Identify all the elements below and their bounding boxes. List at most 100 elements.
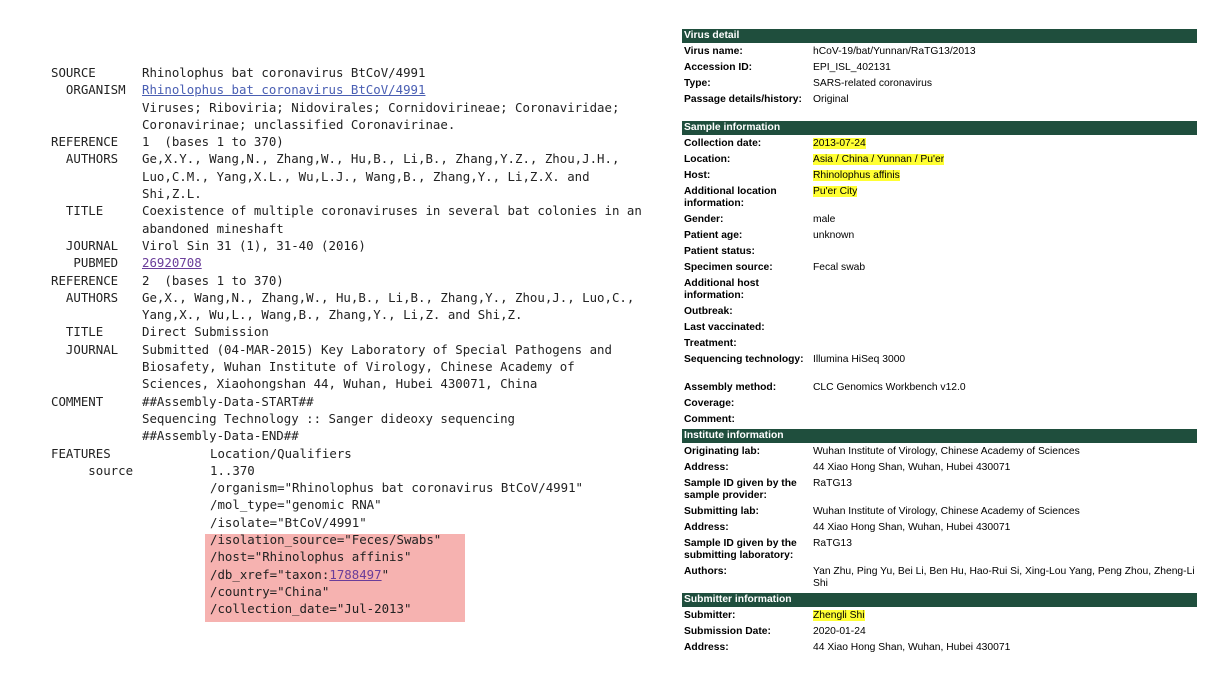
field-value: Illumina HiSeq 3000 — [813, 353, 1197, 381]
field-value — [813, 397, 1197, 413]
field-value: Zhengli Shi — [813, 609, 1197, 625]
qualifier-indent — [51, 496, 210, 513]
genbank-line: TITLE Coexistence of multiple coronavirus… — [51, 202, 671, 219]
qualifier-line: /collection_date="Jul-2013" — [51, 600, 671, 617]
qualifier-line: /organism="Rhinolophus bat coronavirus B… — [51, 479, 671, 496]
genbank-field-value: Ge,X.Y., Wang,N., Zhang,W., Hu,B., Li,B.… — [142, 151, 620, 167]
genbank-field-value: Luo,C.M., Yang,X.L., Wu,L.J., Wang,B., Z… — [142, 168, 590, 184]
value-text: male — [813, 214, 836, 225]
detail-row: Authors: Yan Zhu, Ping Yu, Bei Li, Ben Hu… — [682, 565, 1197, 593]
field-label: Address: — [684, 462, 729, 473]
genbank-field-key: REFERENCE — [51, 134, 119, 150]
genbank-field-key — [51, 99, 142, 116]
field-label: Coverage: — [684, 398, 735, 409]
highlighted-value: Zhengli Shi — [813, 610, 865, 621]
genbank-field-value: Coexistence of multiple coronaviruses in… — [142, 203, 642, 219]
qualifier-value: /collection_date="Jul-2013" — [210, 601, 412, 617]
genbank-field-key: TITLE — [51, 324, 104, 340]
highlighted-value: Rhinolophus affinis — [813, 170, 900, 181]
genbank-field-value: Yang,X., Wu,L., Wang,B., Zhang,Y., Li,Z.… — [142, 307, 523, 323]
genbank-field-key: REFERENCE — [51, 272, 119, 288]
qualifier-list: /organism="Rhinolophus bat coronavirus B… — [51, 479, 671, 617]
taxon-link[interactable]: 1788497 — [329, 567, 381, 582]
section-header: Submitter information — [682, 593, 1197, 607]
detail-row: Submitter: Zhengli Shi — [682, 609, 1197, 625]
genbank-line: AUTHORS Ge,X., Wang,N., Zhang,W., Hu,B., … — [51, 289, 671, 306]
detail-row: Host: Rhinolophus affinis — [682, 169, 1197, 185]
section-header: Institute information — [682, 429, 1197, 443]
genbank-field-value: 1 (bases 1 to 370) — [142, 134, 284, 150]
section-header: Virus detail — [682, 29, 1197, 43]
field-label: Assembly method: — [684, 382, 777, 393]
genbank-line: Coronavirinae; unclassified Coronavirina… — [51, 116, 671, 133]
organism-link[interactable]: Rhinolophus bat coronavirus BtCoV/4991 — [142, 81, 671, 98]
genbank-field-value: Sciences, Xiaohongshan 44, Wuhan, Hubei … — [142, 376, 538, 392]
detail-row: Sample ID given by the submitting labora… — [682, 537, 1197, 565]
detail-row: Treatment: — [682, 337, 1197, 353]
field-value — [813, 305, 1197, 321]
genbank-field-key — [51, 410, 142, 427]
source-feature-range: 1..370 — [210, 462, 255, 478]
field-label: Location: — [684, 154, 731, 165]
qualifier-indent — [51, 479, 210, 496]
genbank-field-key: JOURNAL — [51, 341, 119, 357]
qualifier-indent — [51, 514, 210, 531]
detail-row: Last vaccinated: — [682, 321, 1197, 337]
field-label: Sample ID given by the sample provider: — [684, 478, 797, 501]
field-label: Virus name: — [684, 46, 743, 57]
detail-row: Patient status: — [682, 245, 1197, 261]
field-value: Original — [813, 93, 1197, 121]
field-label: Passage details/history: — [684, 94, 802, 105]
genbank-field-value: ##Assembly-Data-START## — [142, 393, 314, 409]
genbank-line: Luo,C.M., Yang,X.L., Wu,L.J., Wang,B., Z… — [51, 168, 671, 185]
qualifier-indent — [51, 583, 210, 600]
value-text: hCoV-19/bat/Yunnan/RaTG13/2013 — [813, 46, 976, 57]
highlighted-value: 2013-07-24 — [813, 138, 866, 149]
genbank-field-key — [51, 306, 142, 323]
genbank-field-value: Ge,X., Wang,N., Zhang,W., Hu,B., Li,B., … — [142, 289, 635, 305]
field-value: RaTG13 — [813, 537, 1197, 565]
genbank-field-value: Direct Submission — [142, 324, 269, 340]
genbank-field-key: ORGANISM — [51, 82, 126, 98]
genbank-line: ORGANISM Rhinolophus bat coronavirus BtCo… — [51, 81, 671, 98]
field-value: Yan Zhu, Ping Yu, Bei Li, Ben Hu, Hao-Ru… — [813, 565, 1197, 593]
qualifier-line: /isolate="BtCoV/4991" — [51, 514, 671, 531]
genbank-field-key — [51, 185, 142, 202]
field-value — [813, 413, 1197, 429]
detail-row: Passage details/history: Original — [682, 93, 1197, 121]
genbank-line: Viruses; Riboviria; Nidovirales; Cornido… — [51, 99, 671, 116]
features-row: FEATURES Location/Qualifiers — [51, 445, 671, 462]
value-text: 2020-01-24 — [813, 626, 866, 637]
source-feature-key: source — [51, 462, 134, 478]
genbank-line: Sciences, Xiaohongshan 44, Wuhan, Hubei … — [51, 375, 671, 392]
field-value: Wuhan Institute of Virology, Chinese Aca… — [813, 505, 1197, 521]
detail-row: Address: 44 Xiao Hong Shan, Wuhan, Hubei … — [682, 461, 1197, 477]
field-value: 44 Xiao Hong Shan, Wuhan, Hubei 430071 — [813, 641, 1197, 657]
field-value: Pu'er City — [813, 185, 1197, 213]
genbank-field-key: AUTHORS — [51, 151, 119, 167]
field-value: SARS-related coronavirus — [813, 77, 1197, 93]
highlighted-value: Asia / China / Yunnan / Pu'er — [813, 154, 945, 165]
detail-row: Additional host information: — [682, 277, 1197, 305]
value-text: Illumina HiSeq 3000 — [813, 354, 906, 365]
detail-row: Location: Asia / China / Yunnan / Pu'er — [682, 153, 1197, 169]
genbank-field-key — [51, 358, 142, 375]
genbank-field-value: 2 (bases 1 to 370) — [142, 272, 284, 288]
field-label: Collection date: — [684, 138, 762, 149]
genbank-line: Biosafety, Wuhan Institute of Virology, … — [51, 358, 671, 375]
pubmed-link[interactable]: 26920708 — [142, 254, 671, 271]
field-label: Sequencing technology: — [684, 354, 804, 365]
detail-row: Submitting lab: Wuhan Institute of Virolo… — [682, 505, 1197, 521]
field-value: Asia / China / Yunnan / Pu'er — [813, 153, 1197, 169]
qualifier-line: /db_xref="taxon:1788497" — [51, 566, 671, 583]
genbank-field-key: PUBMED — [51, 255, 119, 271]
field-value: hCoV-19/bat/Yunnan/RaTG13/2013 — [813, 45, 1197, 61]
genbank-field-key — [51, 168, 142, 185]
qualifier-indent — [51, 566, 210, 583]
genbank-field-value: Virol Sin 31 (1), 31-40 (2016) — [142, 237, 366, 253]
field-value — [813, 321, 1197, 337]
genbank-field-value: Rhinolophus bat coronavirus BtCoV/4991 — [142, 65, 426, 80]
genbank-field-key — [51, 427, 142, 444]
field-value: 44 Xiao Hong Shan, Wuhan, Hubei 430071 — [813, 521, 1197, 537]
field-label: Address: — [684, 642, 729, 653]
